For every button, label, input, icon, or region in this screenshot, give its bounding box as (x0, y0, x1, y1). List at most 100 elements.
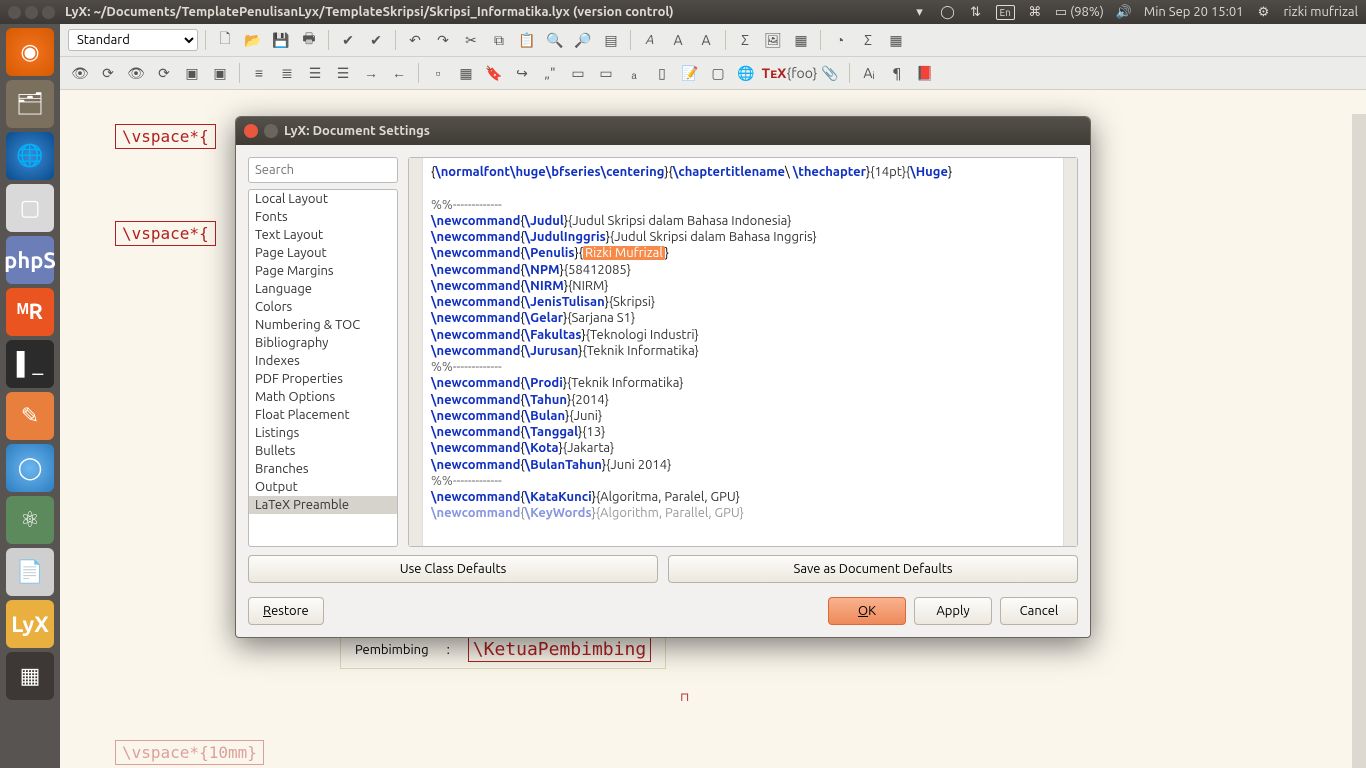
navigate-icon[interactable]: ▤ (599, 28, 623, 52)
settings-category-list[interactable]: Local LayoutFontsText LayoutPage LayoutP… (248, 189, 398, 547)
view-icon[interactable]: 👁 (68, 61, 92, 85)
dialog-minimize-icon[interactable] (264, 124, 278, 138)
gear-icon[interactable]: ⚙ (1256, 4, 1272, 20)
update-other-icon[interactable]: ▣ (208, 61, 232, 85)
insert-citation-icon[interactable]: „" (538, 61, 562, 85)
insert-ert-icon[interactable]: {foo} (790, 61, 814, 85)
settings-item-pdf-properties[interactable]: PDF Properties (249, 370, 397, 388)
insert-index-icon[interactable]: ▭ (566, 61, 590, 85)
outline-icon[interactable]: ◔ (828, 28, 852, 52)
find-icon[interactable]: 🔍 (543, 28, 567, 52)
firefox-icon[interactable]: 🌐 (6, 132, 54, 180)
lyx-icon[interactable]: LyX (6, 600, 54, 648)
settings-item-text-layout[interactable]: Text Layout (249, 226, 397, 244)
settings-item-page-layout[interactable]: Page Layout (249, 244, 397, 262)
update-icon[interactable]: ⟳ (96, 61, 120, 85)
insert-figure-float-icon[interactable]: ▫ (426, 61, 450, 85)
chrome-tray-icon[interactable]: ◯ (940, 4, 956, 20)
paragraph-style-dropdown[interactable]: Standard (68, 29, 198, 51)
settings-item-branches[interactable]: Branches (249, 460, 397, 478)
print-icon[interactable]: 🖶 (297, 28, 321, 52)
use-class-defaults-button[interactable]: Use Class Defaults (248, 555, 658, 583)
settings-item-colors[interactable]: Colors (249, 298, 397, 316)
volume-icon[interactable]: 🔊 (1116, 4, 1132, 20)
atom-icon[interactable]: ⚛ (6, 496, 54, 544)
numbered-list-icon[interactable]: ≡ (247, 61, 271, 85)
battery-indicator[interactable]: ▭ (98%) (1055, 5, 1104, 20)
dialog-titlebar[interactable]: LyX: Document Settings (236, 117, 1090, 145)
insert-box-icon[interactable]: ▢ (706, 61, 730, 85)
update-master-icon[interactable]: ⟳ (152, 61, 176, 85)
copy-icon[interactable]: ⧉ (487, 28, 511, 52)
phpstorm-icon[interactable]: phpS (6, 236, 54, 284)
save-icon[interactable]: 💾 (269, 28, 293, 52)
gimp-icon[interactable]: ✎ (6, 392, 54, 440)
settings-item-numbering-toc[interactable]: Numbering & TOC (249, 316, 397, 334)
user-menu[interactable]: rizki mufrizal (1284, 5, 1359, 19)
insert-nomencl-icon[interactable]: ▭ (594, 61, 618, 85)
spellcheck-continuous-icon[interactable]: ✔ (364, 28, 388, 52)
settings-item-indexes[interactable]: Indexes (249, 352, 397, 370)
minimize-window-icon[interactable] (25, 6, 38, 19)
noun-icon[interactable]: A (666, 28, 690, 52)
settings-item-float-placement[interactable]: Float Placement (249, 406, 397, 424)
view-master-icon[interactable]: 👁 (124, 61, 148, 85)
paragraph-settings-icon[interactable]: ¶ (885, 61, 909, 85)
paste-icon[interactable]: 📋 (515, 28, 539, 52)
settings-search-input[interactable] (248, 157, 398, 183)
insert-crossref-icon[interactable]: ↪ (510, 61, 534, 85)
insert-url-icon[interactable]: 🌐 (734, 61, 758, 85)
spellcheck-icon[interactable]: ✔ (336, 28, 360, 52)
bluetooth-icon[interactable]: ⌘ (1027, 4, 1043, 20)
apply-button[interactable]: Apply (914, 597, 992, 625)
itemize-icon[interactable]: ≣ (275, 61, 299, 85)
writer-icon[interactable]: 📄 (6, 548, 54, 596)
settings-item-fonts[interactable]: Fonts (249, 208, 397, 226)
emph-icon[interactable]: A (638, 28, 662, 52)
document-scrollbar[interactable] (1352, 114, 1366, 768)
restore-button[interactable]: Restore (248, 597, 324, 625)
thesaurus-icon[interactable]: 📕 (913, 61, 937, 85)
list-icon[interactable]: ☰ (303, 61, 327, 85)
cut-icon[interactable]: ✂ (459, 28, 483, 52)
description-icon[interactable]: ☰ (331, 61, 355, 85)
toggle-math-toolbar-icon[interactable]: Σ (856, 28, 880, 52)
find-replace-icon[interactable]: 🔎 (571, 28, 595, 52)
math-icon[interactable]: Σ (733, 28, 757, 52)
virtualbox-icon[interactable]: ▢ (6, 184, 54, 232)
insert-file-icon[interactable]: 📎 (818, 61, 842, 85)
open-icon[interactable]: 📂 (241, 28, 265, 52)
text-style-icon[interactable]: Aᵢ (857, 61, 881, 85)
insert-label-icon[interactable]: 🔖 (482, 61, 506, 85)
workspace-icon[interactable]: ▦ (6, 652, 54, 700)
undo-icon[interactable]: ↶ (403, 28, 427, 52)
view-other-icon[interactable]: ▣ (180, 61, 204, 85)
terminal-icon[interactable]: ▌_ (6, 340, 54, 388)
settings-item-math-options[interactable]: Math Options (249, 388, 397, 406)
apply-style-icon[interactable]: A (694, 28, 718, 52)
maximize-window-icon[interactable] (42, 6, 55, 19)
toggle-table-toolbar-icon[interactable]: ▦ (884, 28, 908, 52)
settings-item-latex-preamble[interactable]: LaTeX Preamble (249, 496, 397, 514)
preamble-text[interactable]: {\normalfont\huge\bfseries\centering}{\c… (423, 158, 1063, 546)
insert-tex-icon[interactable]: TᴇX (762, 61, 786, 85)
dialog-close-icon[interactable] (244, 124, 258, 138)
vlc-icon[interactable]: ▾ (912, 4, 928, 20)
insert-table-float-icon[interactable]: ▦ (454, 61, 478, 85)
network-icon[interactable]: ⇅ (968, 4, 984, 20)
settings-item-bullets[interactable]: Bullets (249, 442, 397, 460)
insert-footnote-icon[interactable]: ₐ (622, 61, 646, 85)
app-mr-icon[interactable]: ᴹR (6, 288, 54, 336)
ok-button[interactable]: OK (828, 597, 906, 625)
settings-item-listings[interactable]: Listings (249, 424, 397, 442)
settings-item-local-layout[interactable]: Local Layout (249, 190, 397, 208)
preamble-editor[interactable]: {\normalfont\huge\bfseries\centering}{\c… (408, 157, 1078, 547)
insert-graphics-icon[interactable]: 🖼 (761, 28, 785, 52)
ert-vspace-1[interactable]: \vspace*{ (115, 124, 216, 149)
keyboard-indicator[interactable]: En (996, 5, 1015, 20)
settings-item-page-margins[interactable]: Page Margins (249, 262, 397, 280)
settings-item-language[interactable]: Language (249, 280, 397, 298)
ert-vspace-2[interactable]: \vspace*{ (115, 221, 216, 246)
settings-item-bibliography[interactable]: Bibliography (249, 334, 397, 352)
depth-inc-icon[interactable]: → (359, 61, 383, 85)
